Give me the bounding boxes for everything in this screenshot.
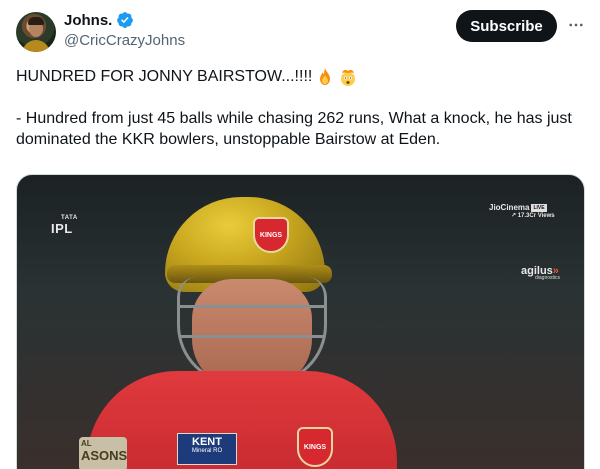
view-count: ↗ 17.3Cr Views (511, 212, 555, 219)
view-count-text: 17.3Cr Views (517, 213, 555, 219)
ipl-logo-text: IPL (51, 221, 73, 236)
player-jersey (87, 371, 397, 469)
sponsor-sub: diagnostics (535, 275, 561, 281)
live-badge: LIVE (531, 204, 547, 212)
more-options-icon (569, 23, 583, 27)
sponsor-logo: agilus» diagnostics (521, 265, 560, 281)
tweet-body: - Hundred from just 45 balls while chasi… (16, 110, 572, 148)
tweet-text: HUNDRED FOR JONNY BAIRSTOW...!!!! - Hund… (16, 66, 586, 150)
stream-provider: JioCinema (489, 203, 530, 212)
helmet-grill (177, 277, 327, 385)
author-display-name[interactable]: Johns. (64, 12, 112, 29)
jersey-sponsor-name: KENT (192, 436, 222, 448)
trend-icon: ↗ (511, 213, 517, 219)
grill-bar (179, 305, 325, 308)
avatar[interactable] (16, 12, 56, 52)
helmet-badge: KINGS (253, 217, 289, 253)
subscribe-button[interactable]: Subscribe (456, 10, 557, 42)
ipl-logo: TATA IPL (51, 215, 78, 236)
jersey-sponsor-sub: Mineral RO (191, 448, 223, 454)
fire-emoji-icon (320, 67, 331, 85)
grill-bar (179, 335, 325, 338)
jiocinema-logo: JioCinema LIVE (489, 203, 547, 212)
author-name-row[interactable]: Johns. (64, 11, 134, 29)
author-handle[interactable]: @CricCrazyJohns (64, 32, 185, 49)
verified-badge-icon (117, 12, 134, 28)
video-thumbnail[interactable]: KINGS KENT Mineral RO KINGS AL ASONS TAT… (16, 174, 585, 469)
banner-text: ASONS (81, 448, 128, 463)
background-banner: AL ASONS (79, 437, 127, 469)
jersey-sponsor: KENT Mineral RO (177, 433, 237, 465)
exploding-head-emoji-icon (341, 69, 356, 86)
ellipsis-icon[interactable] (563, 12, 589, 38)
tweet-headline: HUNDRED FOR JONNY BAIRSTOW...!!!! (16, 68, 313, 85)
banner-top: AL (81, 439, 92, 448)
tweet-card: Johns. @CricCrazyJohns Subscribe HUNDRED… (0, 0, 600, 469)
jersey-badge: KINGS (297, 427, 333, 467)
